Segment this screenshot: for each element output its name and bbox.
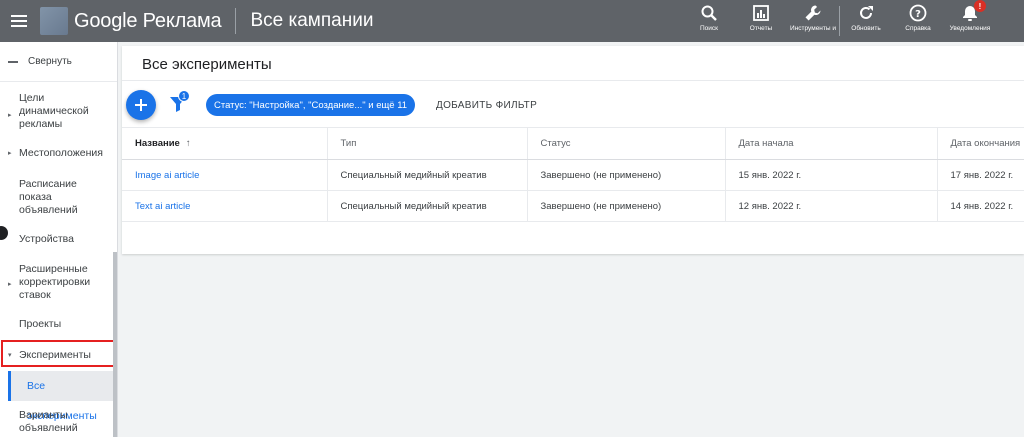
help-icon: ? bbox=[909, 4, 927, 22]
add-filter-button[interactable]: ДОБАВИТЬ ФИЛЬТР bbox=[436, 100, 537, 111]
expand-arrow-icon: ▸ bbox=[8, 281, 12, 288]
sidebar-scrollbar[interactable] bbox=[113, 252, 117, 437]
account-avatar[interactable] bbox=[40, 7, 68, 35]
sidebar-item-label: Расширенные корректировки ставок bbox=[19, 263, 91, 301]
sidebar-item-label: Проекты bbox=[19, 318, 62, 330]
experiments-panel: Все эксперименты 1 Статус: "Настройка", … bbox=[122, 46, 1024, 254]
hamburger-icon bbox=[11, 15, 27, 27]
sidebar-item-ad-schedule[interactable]: Расписание показа объявлений bbox=[0, 178, 112, 217]
experiment-start-date: 15 янв. 2022 г. bbox=[725, 159, 938, 191]
experiment-type: Специальный медийный креатив bbox=[327, 159, 528, 191]
search-icon bbox=[701, 5, 717, 21]
experiment-end-date: 14 янв. 2022 г. bbox=[937, 190, 1024, 222]
top-bar: Google Реклама Все кампании Поиск Отчеты… bbox=[0, 0, 1024, 42]
sidebar-item-drafts[interactable]: Проекты bbox=[0, 318, 112, 331]
brand-logo[interactable]: Google Реклама bbox=[74, 10, 222, 33]
page-title: Все эксперименты bbox=[142, 56, 272, 73]
table-header-row: Название ↑ Тип Статус Дата начала Дата ок… bbox=[122, 127, 1024, 160]
sidebar-item-label: Расписание показа объявлений bbox=[19, 178, 78, 216]
expand-arrow-icon: ▸ bbox=[8, 150, 12, 157]
table-row: Image ai article Специальный медийный кр… bbox=[122, 159, 1024, 191]
sidebar: Свернуть ▸ Цели динамической рекламы ▸ М… bbox=[0, 42, 118, 437]
column-header-end-date[interactable]: Дата окончания bbox=[937, 127, 1024, 160]
search-label: Поиск bbox=[699, 25, 718, 32]
experiment-end-date: 17 янв. 2022 г. bbox=[937, 159, 1024, 191]
search-button[interactable]: Поиск bbox=[683, 0, 735, 42]
sidebar-item-label: Устройства bbox=[19, 233, 74, 245]
experiment-name-link[interactable]: Text ai article bbox=[122, 190, 328, 222]
menu-button[interactable] bbox=[0, 0, 38, 42]
experiments-table: Название ↑ Тип Статус Дата начала Дата ок… bbox=[122, 127, 1024, 222]
sidebar-item-label: Цели динамической рекламы bbox=[19, 92, 89, 130]
collapse-button[interactable]: Свернуть bbox=[0, 42, 117, 82]
experiment-name-link[interactable]: Image ai article bbox=[122, 159, 328, 191]
sidebar-item-locations[interactable]: ▸ Местоположения bbox=[0, 147, 112, 160]
column-header-type[interactable]: Тип bbox=[327, 127, 528, 160]
svg-text:?: ? bbox=[915, 9, 921, 20]
experiment-type: Специальный медийный креатив bbox=[327, 190, 528, 222]
reports-button[interactable]: Отчеты bbox=[735, 0, 787, 42]
help-label: Справка bbox=[905, 25, 931, 32]
collapse-icon bbox=[8, 60, 18, 63]
highlight-frame bbox=[1, 340, 117, 367]
section-title[interactable]: Все кампании bbox=[250, 10, 373, 32]
sidebar-item-all-experiments[interactable]: Все эксперименты bbox=[8, 371, 114, 422]
reports-label: Отчеты bbox=[749, 25, 773, 32]
main-content: Все эксперименты 1 Статус: "Настройка", … bbox=[122, 42, 1024, 437]
title-divider bbox=[122, 80, 1024, 81]
tools-label: Инструменты и bbox=[790, 25, 836, 32]
refresh-label: Обновить bbox=[851, 25, 881, 32]
column-header-name[interactable]: Название ↑ bbox=[122, 127, 328, 160]
plus-icon bbox=[135, 99, 147, 111]
refresh-icon bbox=[860, 6, 873, 19]
brand-divider bbox=[235, 8, 237, 34]
notification-badge: ! bbox=[974, 0, 986, 12]
experiment-start-date: 12 янв. 2022 г. bbox=[725, 190, 938, 222]
sidebar-item-label: Местоположения bbox=[19, 147, 103, 159]
sidebar-item-label: Варианты объявлений bbox=[19, 409, 78, 434]
sort-ascending-icon: ↑ bbox=[185, 138, 191, 149]
reports-icon bbox=[753, 5, 769, 21]
tools-button[interactable]: Инструменты и bbox=[787, 0, 839, 42]
sidebar-item-ad-variations[interactable]: Варианты объявлений bbox=[0, 409, 112, 435]
add-experiment-button[interactable] bbox=[126, 90, 156, 120]
wrench-icon bbox=[805, 5, 821, 21]
table-row: Text ai article Специальный медийный кре… bbox=[122, 190, 1024, 222]
collapse-label: Свернуть bbox=[28, 56, 72, 67]
help-button[interactable]: ? Справка bbox=[892, 0, 944, 42]
expand-arrow-icon: ▸ bbox=[8, 112, 12, 119]
column-header-start-date[interactable]: Дата начала bbox=[725, 127, 938, 160]
sidebar-item-devices[interactable]: Устройства bbox=[0, 233, 112, 246]
notifications-button[interactable]: ! Уведомления bbox=[944, 0, 996, 42]
refresh-button[interactable]: Обновить bbox=[840, 0, 892, 42]
sidebar-item-dynamic-ad-targets[interactable]: ▸ Цели динамической рекламы bbox=[0, 92, 112, 131]
notifications-label: Уведомления bbox=[949, 25, 991, 32]
experiment-status: Завершено (не применено) bbox=[527, 190, 726, 222]
column-header-status[interactable]: Статус bbox=[527, 127, 726, 160]
header-actions: Поиск Отчеты Инструменты и Обновить ? Сп… bbox=[683, 0, 996, 42]
status-filter-chip[interactable]: Статус: "Настройка", "Создание..." и ещё… bbox=[206, 94, 416, 116]
experiment-status: Завершено (не применено) bbox=[527, 159, 726, 191]
sidebar-item-advanced-bid-adjustments[interactable]: ▸ Расширенные корректировки ставок bbox=[0, 263, 112, 302]
filter-count-badge: 1 bbox=[178, 90, 190, 102]
